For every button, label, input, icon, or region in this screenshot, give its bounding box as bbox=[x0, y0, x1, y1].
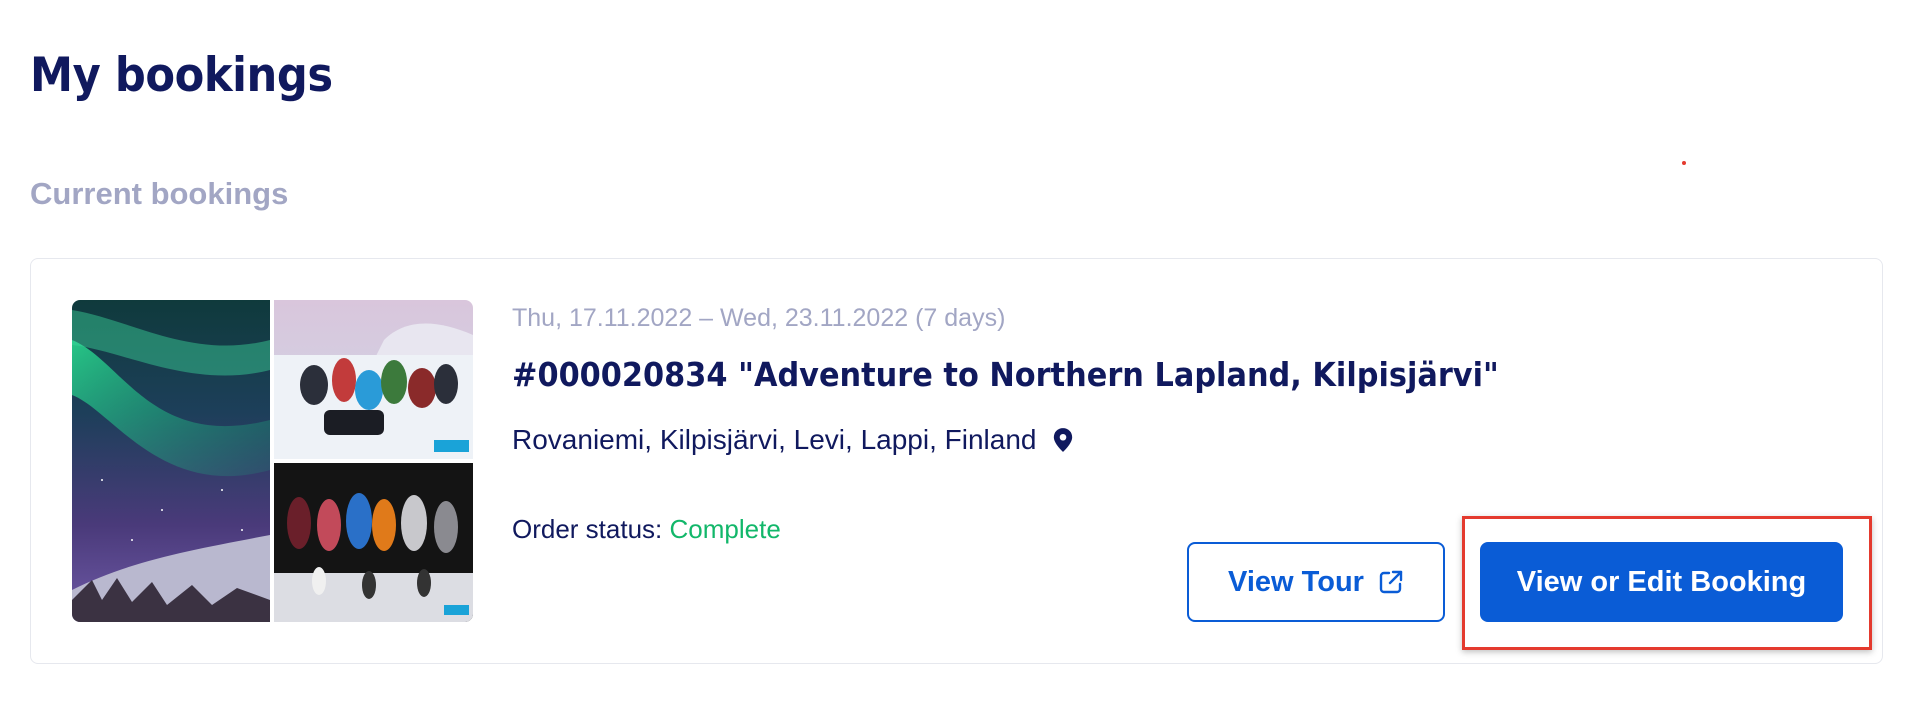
order-status: Order status: Complete bbox=[512, 516, 781, 542]
aurora-photo bbox=[72, 300, 270, 622]
night-snowshoe-photo bbox=[274, 463, 473, 622]
map-pin-icon[interactable] bbox=[1052, 427, 1074, 453]
view-or-edit-booking-button[interactable]: View or Edit Booking bbox=[1480, 542, 1843, 622]
booking-title: #000020834 "Adventure to Northern Laplan… bbox=[512, 355, 1499, 394]
view-tour-button[interactable]: View Tour bbox=[1187, 542, 1445, 622]
external-link-icon bbox=[1378, 569, 1404, 595]
section-title-current-bookings: Current bookings bbox=[30, 176, 289, 211]
booking-gallery[interactable] bbox=[72, 300, 473, 622]
page-title: My bookings bbox=[30, 48, 333, 103]
group-snow-photo bbox=[274, 300, 473, 459]
order-status-label: Order status: bbox=[512, 514, 663, 544]
location-text: Rovaniemi, Kilpisjärvi, Levi, Lappi, Fin… bbox=[512, 424, 1037, 455]
booking-location: Rovaniemi, Kilpisjärvi, Levi, Lappi, Fin… bbox=[512, 426, 1074, 454]
booking-dates: Thu, 17.11.2022 – Wed, 23.11.2022 (7 day… bbox=[512, 304, 1006, 332]
red-dot-marker bbox=[1682, 161, 1686, 165]
view-tour-label: View Tour bbox=[1228, 565, 1364, 598]
order-status-value: Complete bbox=[669, 514, 781, 544]
